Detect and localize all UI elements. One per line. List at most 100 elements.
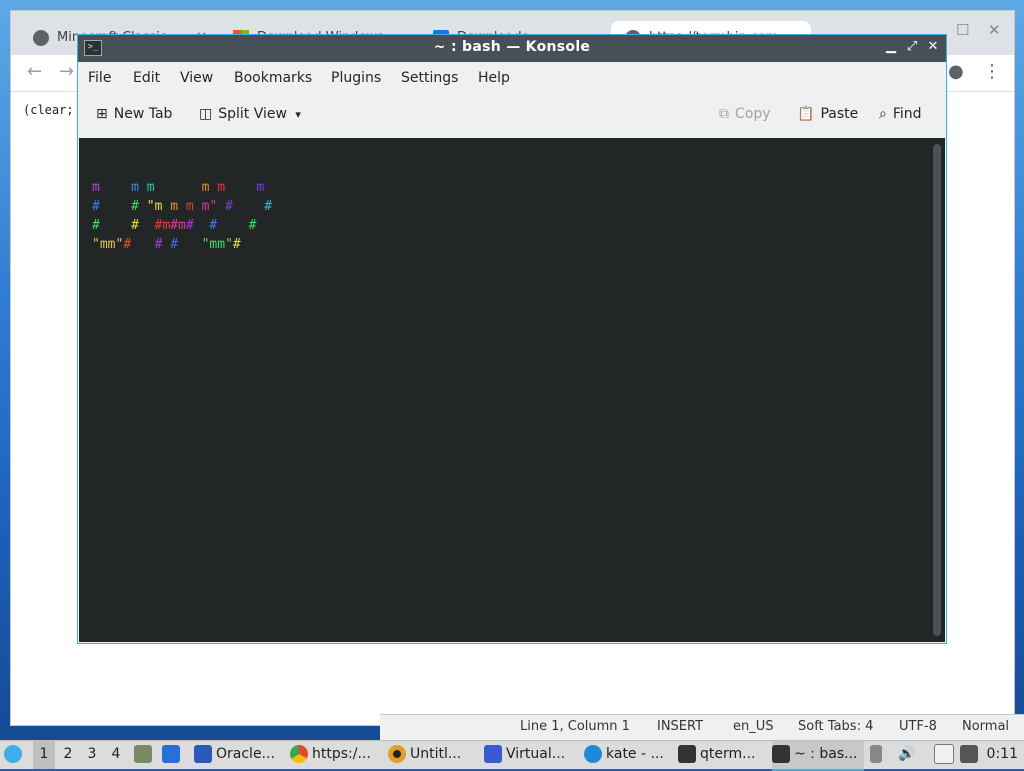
taskbar-item-kate[interactable]: kate - ... <box>584 741 668 769</box>
window-title: ~ : bash — Konsole <box>433 39 591 55</box>
encoding[interactable]: UTF-8 <box>899 719 937 734</box>
titlebar[interactable]: >_ ~ : bash — Konsole ▁ ⤢ ✕ <box>78 35 946 62</box>
split-view-icon: ◫ <box>199 106 213 122</box>
menu-edit[interactable]: Edit <box>133 70 160 86</box>
ascii-art-glyph <box>225 180 256 195</box>
close-icon[interactable]: ✕ <box>988 21 1001 39</box>
maximize-icon[interactable]: ⤢ <box>903 38 921 56</box>
trash-icon[interactable] <box>870 741 888 769</box>
taskbar-item-virtualbox[interactable]: Virtual... <box>484 741 574 769</box>
ascii-art-glyph: # <box>185 218 194 233</box>
highlight-mode[interactable]: Normal <box>962 719 1009 734</box>
profile-icon[interactable]: ● <box>948 61 964 82</box>
menu-view[interactable]: View <box>180 70 213 86</box>
ascii-art-glyph: m <box>146 180 155 195</box>
ascii-art-glyph <box>131 237 154 252</box>
menu-help[interactable]: Help <box>478 70 510 86</box>
find-button[interactable]: ⌕ Find <box>879 106 922 122</box>
konsole-window: >_ ~ : bash — Konsole ▁ ⤢ ✕ File Edit Vi… <box>77 34 947 644</box>
clock[interactable]: 0:11 <box>987 741 1018 767</box>
ascii-art-glyph <box>139 199 147 214</box>
ascii-art-glyph: "mm" <box>201 237 233 252</box>
copy-button[interactable]: ⧉ Copy <box>719 106 771 122</box>
desktop-1[interactable]: 1 <box>33 741 55 769</box>
menu-file[interactable]: File <box>88 70 111 86</box>
search-icon: ⌕ <box>879 106 887 122</box>
ascii-art-glyph <box>100 199 131 214</box>
ascii-art-glyph: # <box>170 237 179 252</box>
ascii-art-glyph: m <box>178 199 194 214</box>
ascii-art-glyph: #m <box>170 218 186 233</box>
volume-icon[interactable]: 🔊 <box>898 741 918 769</box>
ascii-art-glyph: #m <box>154 218 171 233</box>
ascii-art-glyph: "m <box>146 199 163 214</box>
desktop-4[interactable]: 4 <box>105 741 127 769</box>
ascii-art-glyph: m <box>217 180 226 195</box>
menubar: File Edit View Bookmarks Plugins Setting… <box>78 62 946 94</box>
taskbar-item-qterminal[interactable]: qterm... <box>678 741 764 769</box>
ascii-art-glyph: # <box>225 199 233 214</box>
paste-button[interactable]: 📋 Paste <box>797 106 858 122</box>
menu-icon[interactable]: ⋮ <box>983 61 1001 82</box>
app-launcher-icon[interactable] <box>4 741 28 769</box>
ascii-art-glyph <box>100 218 131 233</box>
chrome-icon <box>290 745 308 763</box>
editor-icon <box>388 745 406 763</box>
taskbar-item-untitled[interactable]: Untitl... <box>388 741 472 769</box>
menu-bookmarks[interactable]: Bookmarks <box>234 70 312 86</box>
taskbar-item-chrome[interactable]: https:/... <box>290 741 380 769</box>
new-tab-button[interactable]: ⊞ New Tab <box>96 106 172 122</box>
locale[interactable]: en_US <box>733 719 774 734</box>
tab-settings[interactable]: Soft Tabs: 4 <box>798 719 873 734</box>
chevron-down-icon: ▾ <box>295 107 301 121</box>
back-icon[interactable]: ← <box>27 61 42 82</box>
ascii-art-glyph <box>233 199 264 214</box>
ascii-art-glyph: # <box>123 237 132 252</box>
scrollbar[interactable] <box>933 144 941 636</box>
split-view-button[interactable]: ◫ Split View ▾ <box>199 106 307 122</box>
copy-icon: ⧉ <box>719 106 729 122</box>
cursor-position[interactable]: Line 1, Column 1 <box>520 719 630 734</box>
globe-icon <box>33 29 49 46</box>
terminal-icon <box>678 745 696 763</box>
ascii-art-output: m m m m m m # # "m m m m" # # # # #m#m# # … <box>92 178 272 254</box>
kate-icon <box>584 745 602 763</box>
maximize-icon[interactable]: ☐ <box>956 21 969 39</box>
file-manager-icon[interactable] <box>134 741 156 769</box>
new-tab-icon: ⊞ <box>96 106 108 122</box>
ascii-art-glyph: "mm" <box>92 237 124 252</box>
ascii-art-glyph: # <box>232 237 241 252</box>
ascii-art-glyph <box>100 180 131 195</box>
ascii-art-glyph: m <box>256 180 265 195</box>
virtualbox-icon <box>484 745 502 763</box>
show-desktop-icon[interactable] <box>162 741 184 769</box>
toolbar: ⊞ New Tab ◫ Split View ▾ ⧉ Copy 📋 Paste ⌕ Fin… <box>78 94 946 139</box>
ascii-art-glyph <box>178 237 201 252</box>
taskbar-item-konsole[interactable]: ~ : bas... <box>772 741 864 771</box>
editor-statusbar: Line 1, Column 1 INSERT en_US Soft Tabs:… <box>380 714 1024 741</box>
forward-icon[interactable]: → <box>59 61 74 82</box>
clipboard-icon: 📋 <box>797 106 815 122</box>
ascii-art-glyph: m" <box>193 199 218 214</box>
ascii-art-glyph: m <box>92 180 100 195</box>
desktop-2[interactable]: 2 <box>57 741 79 769</box>
ascii-art-line: # # "m m m m" # # <box>92 197 272 216</box>
terminal-icon <box>772 745 790 763</box>
menu-settings[interactable]: Settings <box>401 70 458 86</box>
taskbar-item-oracle[interactable]: Oracle... <box>194 741 282 769</box>
minimize-icon[interactable]: ▁ <box>882 38 900 56</box>
ascii-art-glyph: m <box>162 199 179 214</box>
input-mode[interactable]: INSERT <box>657 719 703 734</box>
ascii-art-glyph <box>217 199 225 214</box>
terminal-area[interactable]: m m m m m m # # "m m m m" # # # # #m#m# # … <box>79 138 945 642</box>
menu-plugins[interactable]: Plugins <box>331 70 381 86</box>
close-icon[interactable]: ✕ <box>924 38 942 56</box>
ascii-art-glyph: # <box>131 218 139 233</box>
network-icon[interactable] <box>960 741 982 769</box>
ascii-art-glyph: # <box>92 218 100 233</box>
ascii-art-line: "mm"# # # "mm"# <box>92 235 272 254</box>
desktop-3[interactable]: 3 <box>81 741 103 769</box>
clipboard-icon[interactable] <box>934 741 956 769</box>
ascii-art-glyph: # <box>264 199 273 214</box>
page-text: (clear; <box>23 103 74 117</box>
